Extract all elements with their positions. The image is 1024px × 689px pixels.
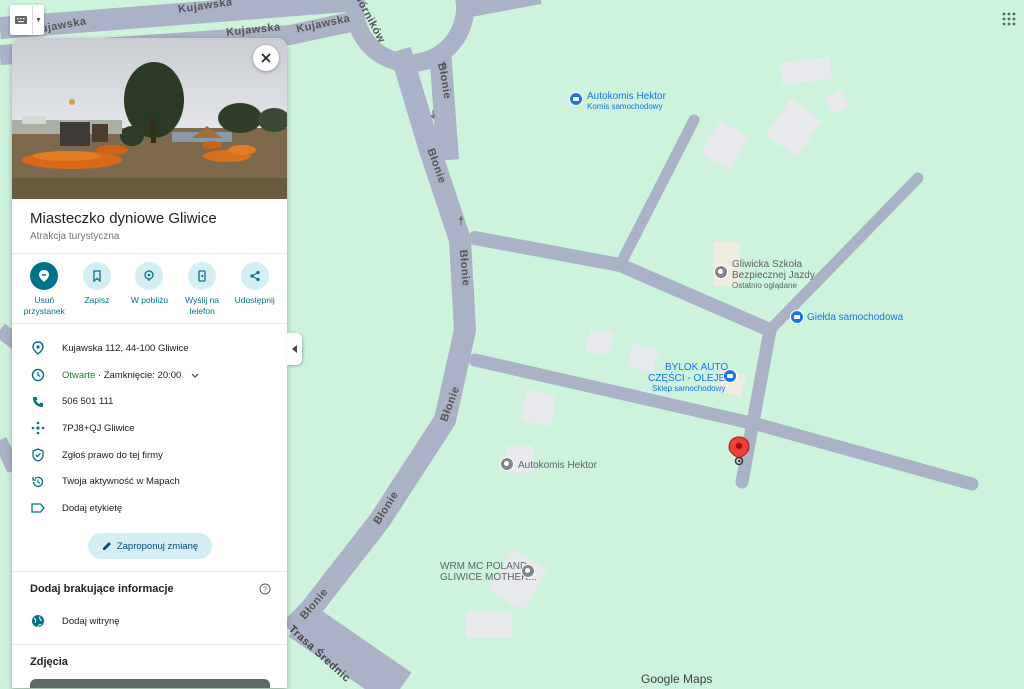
google-maps-logo: Google Maps bbox=[641, 672, 712, 686]
location-icon bbox=[30, 340, 46, 356]
action-label: W pobliżu bbox=[130, 295, 169, 305]
add-website-row[interactable]: Dodaj witrynę bbox=[12, 608, 287, 635]
collapse-panel-button[interactable] bbox=[287, 333, 302, 365]
pencil-icon bbox=[102, 542, 111, 550]
poi-szkola-line2[interactable]: Bezpiecznej Jazdy bbox=[732, 270, 815, 281]
divider bbox=[12, 644, 287, 645]
place-panel: Miasteczko dyniowe Gliwice Atrakcja tury… bbox=[12, 38, 287, 688]
hours-row[interactable]: Otwarte · Zamknięcie: 20:00 bbox=[12, 362, 287, 389]
plus-code-icon bbox=[30, 420, 46, 436]
chevron-left-icon bbox=[291, 345, 297, 353]
pumpkin-village-photo bbox=[12, 38, 287, 199]
chevron-down-icon[interactable]: ▼ bbox=[32, 6, 44, 34]
remove-stop-button[interactable]: Usuń przystanek bbox=[19, 262, 69, 317]
address-row[interactable]: Kujawska 112, 44-100 Gliwice bbox=[12, 335, 287, 362]
close-button[interactable] bbox=[253, 45, 279, 71]
shop-icon[interactable] bbox=[790, 310, 804, 324]
address-text: Kujawska 112, 44-100 Gliwice bbox=[62, 342, 189, 354]
poi-gielda[interactable]: Giełda samochodowa bbox=[807, 312, 903, 323]
claim-business-text: Zgłoś prawo do tej firmy bbox=[62, 449, 163, 461]
poi-autokomis-hektor[interactable]: Autokomis Hektor bbox=[587, 91, 666, 102]
phone-icon bbox=[30, 394, 46, 410]
photos-heading: Zdjęcia bbox=[30, 656, 68, 668]
share-icon bbox=[240, 262, 269, 290]
share-button[interactable]: Udostępnij bbox=[230, 262, 280, 317]
poi-category: Komis samochodowy bbox=[587, 102, 663, 111]
suggest-edit-label: Zaproponuj zmianę bbox=[116, 540, 199, 552]
plus-code-row[interactable]: 7PJ8+QJ Gliwice bbox=[12, 415, 287, 442]
place-title: Miasteczko dyniowe Gliwice bbox=[30, 210, 217, 227]
save-button[interactable]: Zapisz bbox=[72, 262, 122, 317]
photo-thumbnail[interactable] bbox=[30, 679, 270, 688]
apps-grid-icon[interactable] bbox=[1002, 12, 1016, 26]
action-label: Wyślij na telefon bbox=[185, 295, 220, 316]
action-label: Udostępnij bbox=[234, 295, 275, 305]
help-icon[interactable]: ? bbox=[259, 583, 271, 595]
send-to-phone-button[interactable]: Wyślij na telefon bbox=[177, 262, 227, 317]
pin-remove-icon bbox=[30, 262, 59, 290]
activity-row[interactable]: Twoja aktywność w Mapach bbox=[12, 468, 287, 495]
globe-icon bbox=[30, 613, 46, 629]
missing-info-heading: Dodaj brakujące informacje bbox=[30, 583, 174, 595]
phone-text: 506 501 111 bbox=[62, 396, 114, 408]
add-label-text: Dodaj etykietę bbox=[62, 502, 123, 514]
chevron-down-icon[interactable] bbox=[191, 366, 199, 384]
nearby-icon bbox=[135, 262, 164, 290]
place-category[interactable]: Atrakcja turystyczna bbox=[30, 231, 217, 242]
action-label: Usuń przystanek bbox=[23, 295, 65, 316]
clock-icon bbox=[30, 367, 46, 383]
info-list: Kujawska 112, 44-100 Gliwice Otwarte · Z… bbox=[12, 335, 287, 522]
maps-wordmark: Maps bbox=[683, 672, 713, 686]
divider bbox=[12, 253, 287, 254]
history-icon bbox=[30, 474, 46, 490]
svg-text:?: ? bbox=[263, 585, 267, 594]
shop-icon[interactable] bbox=[723, 369, 737, 383]
claim-business-row[interactable]: Zgłoś prawo do tej firmy bbox=[12, 442, 287, 469]
place-header: Miasteczko dyniowe Gliwice Atrakcja tury… bbox=[30, 210, 217, 242]
shop-icon[interactable] bbox=[569, 92, 583, 106]
location-pin-icon[interactable] bbox=[728, 436, 750, 466]
poi-bylok[interactable]: BYLOK AUTO bbox=[665, 362, 728, 373]
suggest-edit-button[interactable]: Zaproponuj zmianę bbox=[88, 533, 212, 559]
add-website-text: Dodaj witrynę bbox=[62, 615, 120, 627]
shield-check-icon bbox=[30, 447, 46, 463]
poi-bylok-line2[interactable]: CZĘŚCI - OLEJE... bbox=[648, 373, 734, 384]
activity-text: Twoja aktywność w Mapach bbox=[62, 476, 180, 488]
divider bbox=[12, 571, 287, 572]
nearby-button[interactable]: W pobliżu bbox=[124, 262, 174, 317]
keyboard-widget[interactable]: ▼ bbox=[10, 5, 44, 35]
open-status: Otwarte bbox=[62, 369, 96, 381]
bookmark-icon bbox=[82, 262, 111, 290]
add-label-row[interactable]: Dodaj etykietę bbox=[12, 495, 287, 522]
close-icon bbox=[261, 53, 271, 63]
phone-row[interactable]: 506 501 111 bbox=[12, 388, 287, 415]
google-wordmark: Google bbox=[641, 672, 680, 686]
poi-szkola[interactable]: Gliwicka Szkoła bbox=[732, 259, 802, 270]
action-bar: Usuń przystanek Zapisz W pobliżu Wyślij … bbox=[12, 262, 287, 317]
place-icon[interactable] bbox=[714, 265, 728, 279]
phone-send-icon bbox=[188, 262, 217, 290]
keyboard-icon[interactable] bbox=[10, 6, 32, 34]
closing-time: · Zamknięcie: 20:00 bbox=[95, 369, 182, 381]
poi-note: Ostatnio oglądane bbox=[732, 281, 797, 290]
label-icon bbox=[30, 500, 46, 516]
place-photo[interactable] bbox=[12, 38, 287, 199]
divider bbox=[12, 323, 287, 324]
poi-category: Sklep samochodowy bbox=[652, 384, 726, 393]
plus-code-text: 7PJ8+QJ Gliwice bbox=[62, 422, 135, 434]
place-icon[interactable] bbox=[500, 457, 514, 471]
action-label: Zapisz bbox=[84, 295, 110, 305]
place-icon[interactable] bbox=[521, 564, 535, 578]
poi-wrm[interactable]: WRM MC POLAND bbox=[440, 561, 527, 572]
poi-autokomis-hektor-2[interactable]: Autokomis Hektor bbox=[518, 460, 597, 471]
